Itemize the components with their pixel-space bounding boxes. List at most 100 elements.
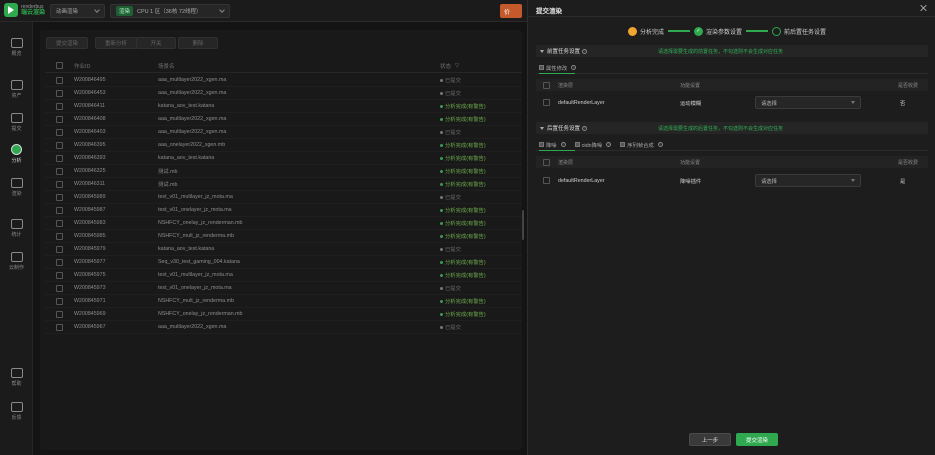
row-checkbox[interactable] xyxy=(56,154,63,162)
tab-denoise[interactable]: 降噪 ? xyxy=(539,139,575,151)
nav-item-cloud[interactable]: 云制作 xyxy=(0,244,33,278)
status-dot-icon xyxy=(440,130,443,134)
row-checkbox[interactable] xyxy=(56,310,63,318)
table-row[interactable]: W200845989 test_v01_multlayer_jz_mota.ma 已… xyxy=(45,191,522,204)
table-row[interactable]: W200845985 NSHFCY_mult_jz_renderma.mb 分析完成… xyxy=(45,230,522,243)
col-header-layer: 渲染层 xyxy=(558,82,574,89)
row-checkbox[interactable] xyxy=(56,219,63,227)
row-checkbox[interactable] xyxy=(56,141,63,149)
status-dot-icon xyxy=(440,78,443,82)
help-icon[interactable]: ? xyxy=(606,142,612,147)
tab-sequence-compose[interactable]: 序列帧合成 ? xyxy=(620,139,663,150)
table-row[interactable]: W200845973 test_v01_onelayer_jz_mota.ma 已提… xyxy=(45,282,522,295)
nav-label: 分析 xyxy=(11,158,22,164)
job-id: W200845969 xyxy=(74,311,106,317)
table-row[interactable]: W200845983 NSHFCY_onelay_jz_renderman.mb 分… xyxy=(45,217,522,230)
nav-item-feedback[interactable]: 反馈 xyxy=(0,394,33,428)
nav-item-assets[interactable]: 资产 xyxy=(0,72,33,106)
row-checkbox[interactable] xyxy=(56,245,63,253)
row-checkbox[interactable] xyxy=(56,167,63,175)
submit-render-button[interactable]: 提交渲染 xyxy=(736,433,778,446)
project-select[interactable]: 动画渲染 xyxy=(50,4,105,18)
table-row[interactable]: W200845969 NSHFCY_onelay_jz_renderman.mb 分… xyxy=(45,308,522,321)
select-all-checkbox[interactable] xyxy=(56,62,63,69)
row-checkbox[interactable] xyxy=(56,102,63,110)
delete-button[interactable]: 删除 xyxy=(178,37,218,49)
nav-item-help[interactable]: 帮助 xyxy=(0,360,33,394)
table-row[interactable]: W200845967 aaa_multlayer2022_xgen.ma 已提交 xyxy=(45,321,522,334)
nav-item-render[interactable]: 渲染 xyxy=(0,170,33,204)
table-row[interactable]: W200845987 test_v01_onelayer_jz_mota.ma 分析… xyxy=(45,204,522,217)
help-icon[interactable]: ? xyxy=(657,142,663,147)
help-icon[interactable]: ? xyxy=(582,48,588,54)
table-row[interactable]: W200846408 aaa_multlayer2022_xgen.ma 分析完成(… xyxy=(45,113,522,126)
table-row[interactable]: W200846325 测试.mb 分析完成(有警告) xyxy=(45,165,522,178)
nav-label: 反馈 xyxy=(11,414,22,421)
nav-item-analyze[interactable]: 分析 xyxy=(0,137,33,171)
row-checkbox[interactable] xyxy=(56,128,63,136)
table-row[interactable]: W200846403 aaa_multlayer2022_xgen.ma 已提交 xyxy=(45,126,522,139)
table-row[interactable]: W200846311 测试.mb 分析完成(有警告) xyxy=(45,178,522,191)
row-checkbox[interactable] xyxy=(56,89,63,97)
tab-checkbox[interactable] xyxy=(539,142,544,147)
tab-attribute-modify[interactable]: 属性修改 ? xyxy=(539,62,577,74)
reanalyze-button[interactable]: 重新分析 xyxy=(95,37,137,49)
region-select[interactable]: 渲染 CPU 1 区（36核 72线程） xyxy=(110,4,230,18)
tab-checkbox[interactable] xyxy=(539,65,544,70)
row-checkbox[interactable] xyxy=(56,323,63,331)
row-checkbox[interactable] xyxy=(56,258,63,266)
row-checkbox[interactable] xyxy=(56,76,63,84)
row-checkbox[interactable] xyxy=(56,232,63,240)
function-select[interactable]: 请选择 xyxy=(755,174,861,187)
help-icon[interactable]: ? xyxy=(582,125,588,131)
price-button[interactable]: 价 xyxy=(500,4,522,18)
upload-icon xyxy=(10,112,23,123)
table-row[interactable]: W200846411 katana_aov_test.katana 分析完成(有警告… xyxy=(45,100,522,113)
help-icon[interactable]: ? xyxy=(571,65,577,70)
status-text: 已提交 xyxy=(445,130,461,136)
status-dot-icon xyxy=(440,273,443,277)
tab-checkbox[interactable] xyxy=(620,142,626,147)
row-checkbox[interactable] xyxy=(56,180,63,188)
submit-render-button[interactable]: 提交渲染 xyxy=(46,37,88,49)
row-checkbox[interactable] xyxy=(56,115,63,123)
table-row[interactable]: W200845971 NSHFCY_mult_jz_renderma.mb 分析完成… xyxy=(45,295,522,308)
tab-checkbox[interactable] xyxy=(574,142,580,147)
row-checkbox[interactable] xyxy=(543,99,550,106)
table-row[interactable]: W200846393 katana_aov_test.katana 分析完成(有警告… xyxy=(45,152,522,165)
toggle-button[interactable]: 开关 xyxy=(136,37,176,49)
resize-handle[interactable] xyxy=(522,210,524,240)
row-checkbox[interactable] xyxy=(56,284,63,292)
nav-item-submit[interactable]: 提交 xyxy=(0,105,33,139)
table-row[interactable]: W200845979 katana_aov_test.katana 已提交 xyxy=(45,243,522,256)
table-row[interactable]: W200846453 aaa_multlayer2022_xgen.ma 已提交 xyxy=(45,87,522,100)
table-row[interactable]: W200846495 aaa_multlayer2022_xgen.ma 已提交 xyxy=(45,74,522,87)
row-checkbox[interactable] xyxy=(56,206,63,214)
table-row[interactable]: W200846395 aaa_onelayer2022_xgen.mb 分析完成(有… xyxy=(45,139,522,152)
row-checkbox[interactable] xyxy=(56,297,63,305)
feedback-icon xyxy=(10,401,23,412)
select-all-checkbox[interactable] xyxy=(543,158,550,166)
dialog-title: 提交渲染 xyxy=(536,8,562,15)
scene-name: Seq_v30_test_gaming_004.katana xyxy=(158,259,240,265)
function-select[interactable]: 请选择 xyxy=(755,96,861,109)
close-icon[interactable] xyxy=(919,4,927,12)
filter-icon[interactable]: ▽ xyxy=(455,63,459,69)
prev-step-button[interactable]: 上一步 xyxy=(689,433,731,446)
row-checkbox[interactable] xyxy=(543,177,550,184)
logo-icon xyxy=(4,3,18,17)
sidebar: 概览 资产 提交 分析 渲染 统计 云制作 帮助 反馈 xyxy=(0,22,33,455)
table-row[interactable]: W200845975 test_v01_multlayer_jz_mota.ma 分… xyxy=(45,269,522,282)
tab-oidn-denoise[interactable]: oidn降噪 ? xyxy=(574,139,612,150)
tab-label: oidn降噪 xyxy=(581,142,603,149)
nav-item-stats[interactable]: 统计 xyxy=(0,211,33,245)
region-select-value: CPU 1 区（36核 72线程） xyxy=(137,9,202,15)
help-icon[interactable]: ? xyxy=(560,142,566,147)
table-row[interactable]: W200845977 Seq_v30_test_gaming_004.katana… xyxy=(45,256,522,269)
row-checkbox[interactable] xyxy=(56,193,63,201)
row-checkbox[interactable] xyxy=(56,271,63,279)
nav-item-overview[interactable]: 概览 xyxy=(0,30,33,64)
select-all-checkbox[interactable] xyxy=(543,81,550,89)
status-dot-icon xyxy=(440,169,443,173)
scene-name: katana_aov_test.katana xyxy=(158,155,215,161)
